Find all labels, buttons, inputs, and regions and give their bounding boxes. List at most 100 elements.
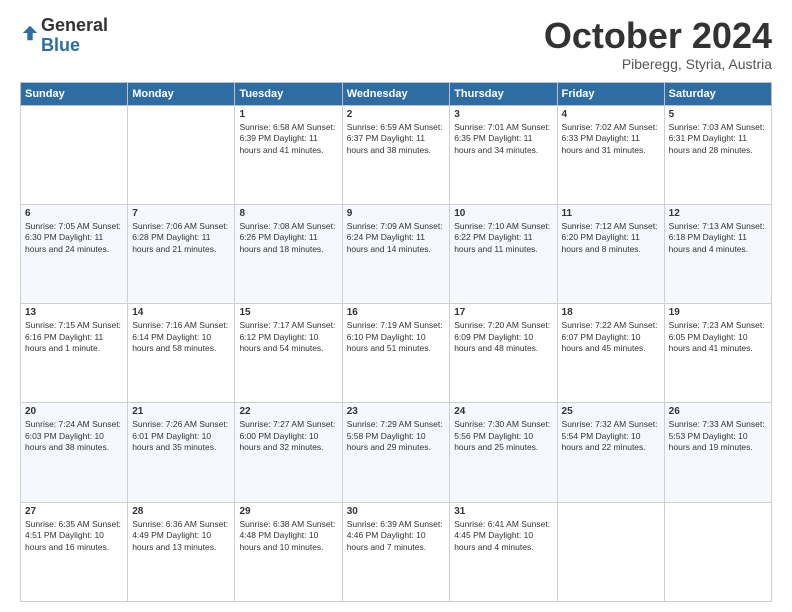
weekday-header: Monday (128, 82, 235, 105)
day-number: 17 (454, 307, 552, 318)
day-info: Sunrise: 7:03 AM Sunset: 6:31 PM Dayligh… (669, 122, 767, 156)
weekday-header: Sunday (21, 82, 128, 105)
calendar-cell: 6Sunrise: 7:05 AM Sunset: 6:30 PM Daylig… (21, 204, 128, 303)
day-info: Sunrise: 7:29 AM Sunset: 5:58 PM Dayligh… (347, 419, 445, 453)
calendar-cell: 28 Sunrise: 6:36 AM Sunset: 4:49 PM Dayli… (128, 502, 235, 601)
day-number: 29 (239, 506, 337, 517)
calendar-cell (128, 105, 235, 204)
calendar-cell: 11 Sunrise: 7:12 AM Sunset: 6:20 PM Dayli… (557, 204, 664, 303)
location: Piberegg, Styria, Austria (544, 56, 772, 72)
day-number: 11 (562, 208, 660, 219)
day-info: Sunrise: 7:27 AM Sunset: 6:00 PM Dayligh… (239, 419, 337, 453)
logo-blue: Blue (41, 35, 80, 55)
day-info: Sunrise: 6:58 AM Sunset: 6:39 PM Dayligh… (239, 122, 337, 156)
day-number: 28 (132, 506, 230, 517)
calendar-week-row: 20Sunrise: 7:24 AM Sunset: 6:03 PM Dayli… (21, 403, 772, 502)
day-info: Sunrise: 7:22 AM Sunset: 6:07 PM Dayligh… (562, 320, 660, 354)
day-info: Sunrise: 7:15 AM Sunset: 6:16 PM Dayligh… (25, 320, 123, 354)
calendar-cell: 9Sunrise: 7:09 AM Sunset: 6:24 PM Daylig… (342, 204, 449, 303)
logo-general: General (41, 15, 108, 35)
calendar-cell: 22 Sunrise: 7:27 AM Sunset: 6:00 PM Dayli… (235, 403, 342, 502)
calendar-cell: 10 Sunrise: 7:10 AM Sunset: 6:22 PM Dayli… (450, 204, 557, 303)
calendar-cell: 24Sunrise: 7:30 AM Sunset: 5:56 PM Dayli… (450, 403, 557, 502)
calendar-week-row: 13 Sunrise: 7:15 AM Sunset: 6:16 PM Dayli… (21, 304, 772, 403)
calendar-cell: 3 Sunrise: 7:01 AM Sunset: 6:35 PM Daylig… (450, 105, 557, 204)
day-number: 21 (132, 406, 230, 417)
calendar-header-row: SundayMondayTuesdayWednesdayThursdayFrid… (21, 82, 772, 105)
page-header: General Blue October 2024 Piberegg, Styr… (20, 16, 772, 72)
weekday-header: Saturday (664, 82, 771, 105)
weekday-header: Friday (557, 82, 664, 105)
day-number: 26 (669, 406, 767, 417)
day-number: 20 (25, 406, 123, 417)
calendar-cell: 18Sunrise: 7:22 AM Sunset: 6:07 PM Dayli… (557, 304, 664, 403)
day-info: Sunrise: 7:02 AM Sunset: 6:33 PM Dayligh… (562, 122, 660, 156)
month-title: October 2024 (544, 16, 772, 56)
day-number: 22 (239, 406, 337, 417)
calendar-cell: 15Sunrise: 7:17 AM Sunset: 6:12 PM Dayli… (235, 304, 342, 403)
calendar-cell: 20Sunrise: 7:24 AM Sunset: 6:03 PM Dayli… (21, 403, 128, 502)
day-info: Sunrise: 7:06 AM Sunset: 6:28 PM Dayligh… (132, 221, 230, 255)
calendar-cell: 14Sunrise: 7:16 AM Sunset: 6:14 PM Dayli… (128, 304, 235, 403)
logo-text: General Blue (41, 16, 108, 56)
day-number: 14 (132, 307, 230, 318)
calendar-cell: 2 Sunrise: 6:59 AM Sunset: 6:37 PM Daylig… (342, 105, 449, 204)
calendar-cell: 12 Sunrise: 7:13 AM Sunset: 6:18 PM Dayli… (664, 204, 771, 303)
day-number: 15 (239, 307, 337, 318)
day-info: Sunrise: 6:35 AM Sunset: 4:51 PM Dayligh… (25, 519, 123, 553)
day-info: Sunrise: 7:13 AM Sunset: 6:18 PM Dayligh… (669, 221, 767, 255)
weekday-header: Thursday (450, 82, 557, 105)
calendar-cell: 25Sunrise: 7:32 AM Sunset: 5:54 PM Dayli… (557, 403, 664, 502)
calendar-cell: 16 Sunrise: 7:19 AM Sunset: 6:10 PM Dayli… (342, 304, 449, 403)
day-info: Sunrise: 7:08 AM Sunset: 6:26 PM Dayligh… (239, 221, 337, 255)
day-info: Sunrise: 7:32 AM Sunset: 5:54 PM Dayligh… (562, 419, 660, 453)
day-number: 19 (669, 307, 767, 318)
day-number: 24 (454, 406, 552, 417)
day-info: Sunrise: 7:12 AM Sunset: 6:20 PM Dayligh… (562, 221, 660, 255)
day-info: Sunrise: 7:10 AM Sunset: 6:22 PM Dayligh… (454, 221, 552, 255)
day-info: Sunrise: 7:19 AM Sunset: 6:10 PM Dayligh… (347, 320, 445, 354)
calendar-cell: 5 Sunrise: 7:03 AM Sunset: 6:31 PM Daylig… (664, 105, 771, 204)
day-info: Sunrise: 7:23 AM Sunset: 6:05 PM Dayligh… (669, 320, 767, 354)
day-number: 3 (454, 109, 552, 120)
day-info: Sunrise: 6:38 AM Sunset: 4:48 PM Dayligh… (239, 519, 337, 553)
day-number: 7 (132, 208, 230, 219)
day-number: 1 (239, 109, 337, 120)
day-number: 12 (669, 208, 767, 219)
calendar-body: 1 Sunrise: 6:58 AM Sunset: 6:39 PM Daylig… (21, 105, 772, 601)
title-block: October 2024 Piberegg, Styria, Austria (544, 16, 772, 72)
day-info: Sunrise: 6:59 AM Sunset: 6:37 PM Dayligh… (347, 122, 445, 156)
calendar-cell: 23 Sunrise: 7:29 AM Sunset: 5:58 PM Dayli… (342, 403, 449, 502)
day-info: Sunrise: 6:41 AM Sunset: 4:45 PM Dayligh… (454, 519, 552, 553)
logo: General Blue (20, 16, 108, 56)
day-number: 9 (347, 208, 445, 219)
day-number: 13 (25, 307, 123, 318)
day-info: Sunrise: 7:26 AM Sunset: 6:01 PM Dayligh… (132, 419, 230, 453)
calendar-cell: 29 Sunrise: 6:38 AM Sunset: 4:48 PM Dayli… (235, 502, 342, 601)
day-number: 16 (347, 307, 445, 318)
calendar-cell: 27 Sunrise: 6:35 AM Sunset: 4:51 PM Dayli… (21, 502, 128, 601)
day-info: Sunrise: 6:36 AM Sunset: 4:49 PM Dayligh… (132, 519, 230, 553)
day-number: 10 (454, 208, 552, 219)
day-number: 6 (25, 208, 123, 219)
weekday-header: Tuesday (235, 82, 342, 105)
calendar-table: SundayMondayTuesdayWednesdayThursdayFrid… (20, 82, 772, 602)
calendar-cell: 17 Sunrise: 7:20 AM Sunset: 6:09 PM Dayli… (450, 304, 557, 403)
calendar-cell: 19 Sunrise: 7:23 AM Sunset: 6:05 PM Dayli… (664, 304, 771, 403)
calendar-cell: 31 Sunrise: 6:41 AM Sunset: 4:45 PM Dayli… (450, 502, 557, 601)
day-number: 23 (347, 406, 445, 417)
day-number: 31 (454, 506, 552, 517)
day-number: 2 (347, 109, 445, 120)
calendar-cell: 4Sunrise: 7:02 AM Sunset: 6:33 PM Daylig… (557, 105, 664, 204)
calendar-cell: 21 Sunrise: 7:26 AM Sunset: 6:01 PM Dayli… (128, 403, 235, 502)
calendar-week-row: 1 Sunrise: 6:58 AM Sunset: 6:39 PM Daylig… (21, 105, 772, 204)
day-number: 5 (669, 109, 767, 120)
calendar-cell (664, 502, 771, 601)
day-info: Sunrise: 7:20 AM Sunset: 6:09 PM Dayligh… (454, 320, 552, 354)
calendar-cell: 1 Sunrise: 6:58 AM Sunset: 6:39 PM Daylig… (235, 105, 342, 204)
day-info: Sunrise: 7:33 AM Sunset: 5:53 PM Dayligh… (669, 419, 767, 453)
day-info: Sunrise: 6:39 AM Sunset: 4:46 PM Dayligh… (347, 519, 445, 553)
day-number: 27 (25, 506, 123, 517)
calendar-cell: 8Sunrise: 7:08 AM Sunset: 6:26 PM Daylig… (235, 204, 342, 303)
day-info: Sunrise: 7:01 AM Sunset: 6:35 PM Dayligh… (454, 122, 552, 156)
